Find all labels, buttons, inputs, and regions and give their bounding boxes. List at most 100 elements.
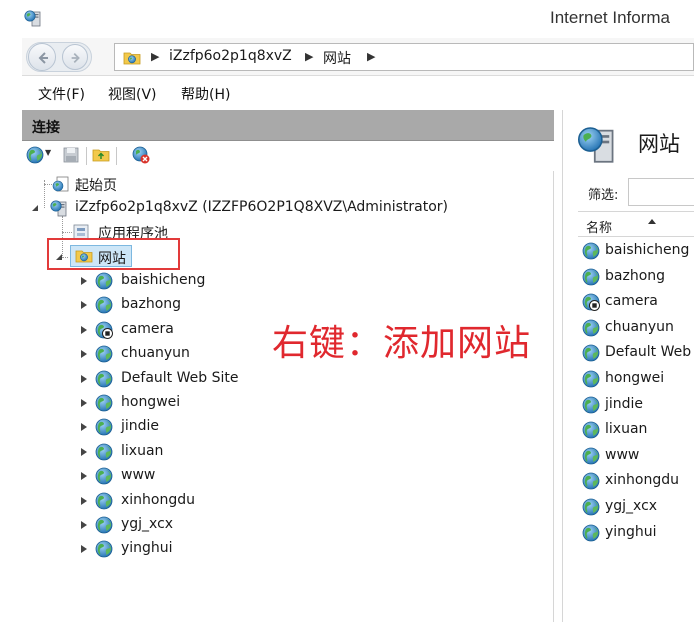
tree-node-site[interactable]: lixuan: [80, 441, 280, 463]
globe-icon: [582, 344, 600, 362]
tree-node-site[interactable]: ygj_xcx: [80, 514, 280, 536]
tree-node-site[interactable]: bazhong: [80, 294, 280, 316]
sort-ascending-icon: [648, 219, 656, 224]
back-button[interactable]: [28, 43, 56, 71]
column-header-name[interactable]: 名称: [578, 211, 694, 237]
list-item[interactable]: xinhongdu: [582, 470, 694, 492]
dropdown-arrow-icon[interactable]: ▼: [45, 148, 51, 157]
expand-arrow-icon[interactable]: [81, 399, 87, 407]
list-item-label: hongwei: [605, 370, 665, 386]
stopped-site-icon: [95, 321, 113, 339]
site-label: camera: [121, 320, 174, 337]
expand-arrow-icon[interactable]: [81, 350, 87, 359]
start-page-icon: [52, 175, 70, 193]
list-item[interactable]: bazhong: [582, 266, 694, 288]
menu-file[interactable]: 文件(F): [38, 84, 85, 104]
globe-icon: [95, 296, 113, 314]
list-item-label: xinhongdu: [605, 472, 680, 489]
connections-title: 连接: [32, 120, 60, 136]
disconnect-icon[interactable]: [132, 146, 150, 164]
list-item[interactable]: Default Web: [582, 342, 694, 364]
menu-view[interactable]: 视图(V): [108, 84, 157, 104]
globe-icon: [95, 516, 113, 534]
toolbar-divider: [86, 147, 87, 165]
address-field[interactable]: ▶ iZzfp6o2p1q8xvZ ▶ 网站 ▶: [114, 43, 694, 71]
tree-node-site[interactable]: www: [80, 465, 280, 487]
tree-node-site[interactable]: Default Web Site: [80, 368, 280, 390]
pane-title: 网站: [638, 132, 680, 156]
site-label: jindie: [121, 418, 160, 435]
list-item[interactable]: baishicheng: [582, 240, 694, 262]
list-item-label: ygj_xcx: [605, 498, 658, 514]
globe-icon: [95, 540, 113, 558]
list-item-label: chuanyun: [605, 318, 674, 335]
list-item[interactable]: yinghui: [582, 522, 694, 544]
expand-arrow-icon[interactable]: [81, 325, 87, 334]
breadcrumb-server[interactable]: iZzfp6o2p1q8xvZ: [169, 48, 292, 64]
expand-arrow-icon[interactable]: [81, 301, 87, 310]
list-item[interactable]: lixuan: [582, 419, 694, 441]
collapse-arrow-icon[interactable]: [32, 205, 38, 211]
expand-arrow-icon[interactable]: [81, 472, 87, 481]
up-level-icon[interactable]: [92, 146, 110, 164]
list-item[interactable]: camera: [582, 291, 694, 313]
list-item-label: jindie: [605, 395, 644, 412]
site-label: baishicheng: [121, 272, 206, 288]
expand-arrow-icon[interactable]: [81, 545, 87, 554]
globe-icon: [582, 498, 600, 516]
chevron-right-icon: ▶: [305, 50, 314, 63]
tree-node-start-page[interactable]: 起始页: [52, 173, 252, 195]
globe-icon: [95, 394, 113, 412]
list-item[interactable]: chuanyun: [582, 317, 694, 339]
site-label: chuanyun: [121, 345, 190, 362]
list-item[interactable]: www: [582, 445, 694, 467]
sites-header-icon: [577, 124, 617, 164]
globe-icon: [582, 472, 600, 490]
list-item[interactable]: hongwei: [582, 368, 694, 390]
column-name-label: 名称: [586, 221, 613, 236]
site-label: www: [121, 467, 156, 484]
chevron-right-icon: ▶: [151, 50, 160, 63]
connections-toolbar: ▼: [22, 141, 554, 171]
expand-arrow-icon[interactable]: [81, 496, 87, 505]
tree-node-site[interactable]: jindie: [80, 416, 280, 438]
tree-node-site[interactable]: hongwei: [80, 392, 280, 414]
chevron-right-icon[interactable]: ▶: [367, 50, 375, 63]
forward-button[interactable]: [62, 44, 88, 70]
arrow-right-icon: [71, 53, 80, 63]
filter-input[interactable]: [628, 178, 694, 206]
annotation-text: 右键：添加网站: [272, 323, 532, 364]
filter-label: 筛选:: [588, 188, 619, 203]
tree-node-site[interactable]: chuanyun: [80, 343, 280, 365]
globe-icon: [582, 421, 600, 439]
tree-node-site[interactable]: baishicheng: [80, 270, 280, 292]
tree-node-site[interactable]: camera: [80, 319, 280, 341]
globe-icon: [95, 370, 113, 388]
tree-node-server[interactable]: iZzfp6o2p1q8xvZ (IZZFP6O2P1Q8XVZ\Adminis…: [32, 197, 462, 219]
list-item[interactable]: ygj_xcx: [582, 496, 694, 518]
breadcrumb-sites[interactable]: 网站: [323, 48, 351, 68]
globe-icon: [95, 418, 113, 436]
expand-arrow-icon[interactable]: [81, 521, 87, 529]
list-item-label: camera: [605, 293, 658, 310]
tree-node-site[interactable]: yinghui: [80, 538, 280, 560]
globe-icon: [582, 268, 600, 286]
stopped-site-icon: [582, 293, 600, 311]
tree-node-site[interactable]: xinhongdu: [80, 490, 280, 512]
expand-arrow-icon[interactable]: [81, 374, 87, 383]
server-label: iZzfp6o2p1q8xvZ (IZZFP6O2P1Q8XVZ\Adminis…: [75, 199, 448, 215]
list-item-label: baishicheng: [605, 242, 690, 258]
list-item-label: bazhong: [605, 267, 666, 284]
save-icon[interactable]: [62, 146, 80, 164]
expand-arrow-icon[interactable]: [81, 423, 87, 432]
list-item[interactable]: jindie: [582, 394, 694, 416]
expand-arrow-icon[interactable]: [81, 447, 87, 456]
folder-globe-icon: [123, 49, 141, 67]
list-item-label: Default Web: [605, 344, 692, 361]
tree-connector: [44, 184, 52, 185]
connect-globe-icon[interactable]: [26, 146, 44, 164]
globe-icon: [582, 370, 600, 388]
annotation-highlight-box: [47, 238, 180, 270]
menu-help[interactable]: 帮助(H): [181, 84, 230, 104]
expand-arrow-icon[interactable]: [81, 277, 87, 285]
